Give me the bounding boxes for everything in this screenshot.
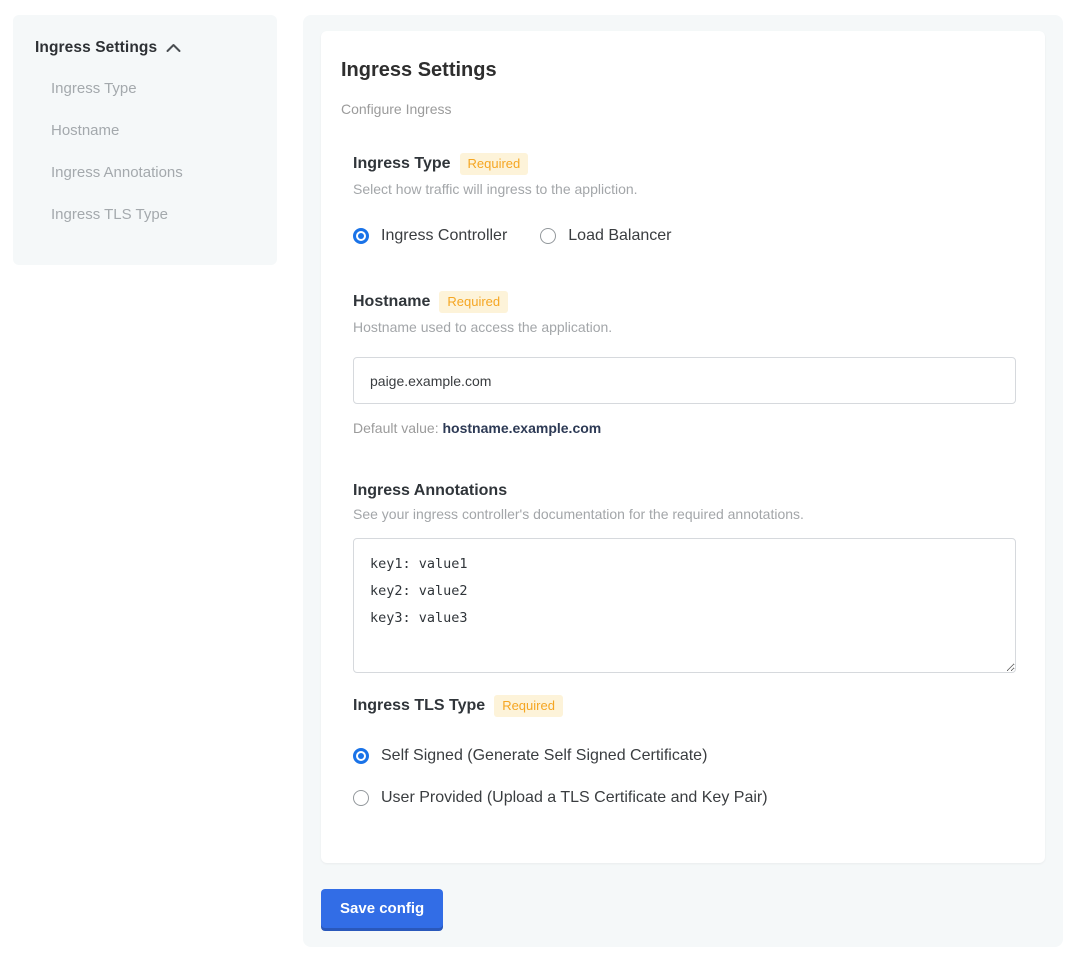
required-badge: Required [460, 153, 529, 175]
sidebar-item-ingress-annotations[interactable]: Ingress Annotations [51, 163, 277, 183]
sidebar-item-hostname[interactable]: Hostname [51, 121, 277, 141]
radio-ingress-controller[interactable] [353, 228, 369, 244]
config-nav-sidebar: Ingress Settings Ingress Type Hostname I… [13, 15, 277, 265]
radio-user-provided[interactable] [353, 790, 369, 806]
ingress-annotations-label: Ingress Annotations [353, 482, 507, 500]
config-panel: Ingress Settings Configure Ingress Ingre… [303, 15, 1063, 947]
radio-option-self-signed[interactable]: Self Signed (Generate Self Signed Certif… [353, 747, 1015, 765]
sidebar-group-ingress-settings[interactable]: Ingress Settings [35, 39, 277, 57]
hostname-help: Hostname used to access the application. [353, 319, 1015, 335]
ingress-type-help: Select how traffic will ingress to the a… [353, 181, 1015, 197]
section-hostname: Hostname Required Hostname used to acces… [353, 291, 1015, 436]
ingress-annotations-help: See your ingress controller's documentat… [353, 506, 1015, 522]
radio-label-ingress-controller: Ingress Controller [381, 227, 507, 245]
required-badge: Required [494, 695, 563, 717]
sidebar-item-ingress-type[interactable]: Ingress Type [51, 79, 277, 99]
section-ingress-tls-type: Ingress TLS Type Required Self Signed (G… [353, 695, 1015, 807]
page: Ingress Settings Ingress Type Hostname I… [0, 0, 1090, 969]
page-title: Ingress Settings [341, 59, 1015, 82]
section-ingress-type: Ingress Type Required Select how traffic… [353, 153, 1015, 245]
config-card: Ingress Settings Configure Ingress Ingre… [321, 31, 1045, 863]
radio-option-user-provided[interactable]: User Provided (Upload a TLS Certificate … [353, 789, 1015, 807]
radio-label-load-balancer: Load Balancer [568, 227, 671, 245]
sidebar-group-label: Ingress Settings [35, 39, 157, 57]
radio-option-ingress-controller[interactable]: Ingress Controller [353, 227, 507, 245]
ingress-annotations-textarea[interactable]: key1: value1 key2: value2 key3: value3 [353, 538, 1016, 673]
section-ingress-annotations: Ingress Annotations See your ingress con… [353, 482, 1015, 673]
ingress-type-label: Ingress Type [353, 155, 451, 173]
hostname-default-line: Default value: hostname.example.com [353, 420, 1015, 436]
ingress-type-options: Ingress Controller Load Balancer [353, 227, 1015, 245]
hostname-input[interactable] [353, 357, 1016, 404]
radio-self-signed[interactable] [353, 748, 369, 764]
config-sections: Ingress Type Required Select how traffic… [353, 153, 1015, 807]
radio-label-self-signed: Self Signed (Generate Self Signed Certif… [381, 747, 707, 765]
save-config-button[interactable]: Save config [321, 889, 443, 928]
radio-load-balancer[interactable] [540, 228, 556, 244]
hostname-label: Hostname [353, 293, 430, 311]
radio-option-load-balancer[interactable]: Load Balancer [540, 227, 671, 245]
chevron-up-icon [166, 43, 181, 53]
default-value-text: hostname.example.com [443, 420, 602, 436]
sidebar-item-ingress-tls-type[interactable]: Ingress TLS Type [51, 205, 277, 225]
default-value-prefix: Default value: [353, 420, 443, 436]
ingress-tls-type-label: Ingress TLS Type [353, 697, 485, 715]
required-badge: Required [439, 291, 508, 313]
sidebar-item-list: Ingress Type Hostname Ingress Annotation… [51, 79, 277, 225]
page-subtitle: Configure Ingress [341, 101, 1015, 117]
radio-label-user-provided: User Provided (Upload a TLS Certificate … [381, 789, 768, 807]
ingress-tls-type-options: Self Signed (Generate Self Signed Certif… [353, 747, 1015, 807]
